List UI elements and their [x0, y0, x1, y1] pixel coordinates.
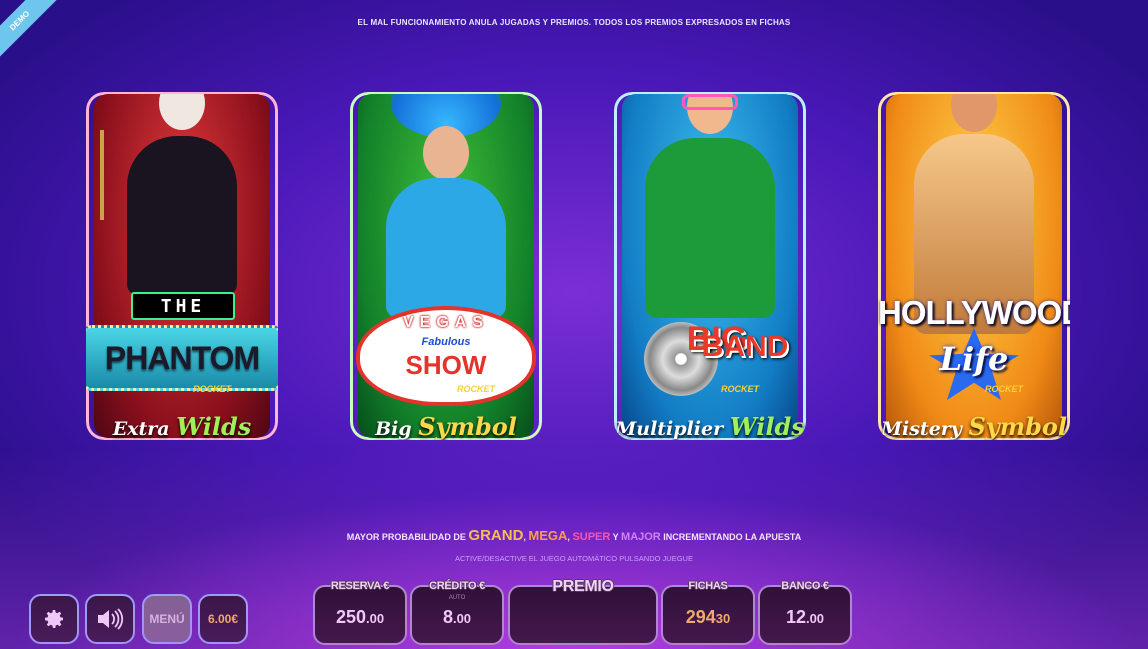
disclaimer-text: EL MAL FUNCIONAMIENTO ANULA JUGADAS Y PR… [357, 18, 791, 27]
feature-prefix: Multiplier [615, 418, 730, 440]
character-body [127, 136, 237, 296]
feature-label: Multiplier Wilds [614, 412, 806, 440]
feature-prefix: Extra [112, 418, 177, 440]
marquee-sign: THE [131, 292, 235, 320]
promo-prefix: MAYOR PROBABILIDAD DE [346, 532, 469, 542]
premio-panel: PREMIO [508, 578, 658, 645]
reserva-title: RESERVA € [330, 580, 390, 592]
character-body [386, 178, 506, 318]
credito-panel: CRÉDITO € AUTO 8.00 [410, 580, 504, 645]
feature-highlight: Symbol [968, 412, 1068, 440]
logo-main: PHANTOM [104, 340, 260, 376]
game-card-phantom[interactable]: THE PHANTOM ROCKET Extra Wilds [86, 92, 278, 440]
character-body [645, 138, 775, 318]
value-dec: .00 [365, 611, 385, 626]
brand-logo: ROCKET [985, 384, 1023, 394]
credito-title: CRÉDITO € [429, 580, 485, 592]
banco-panel: BANCO € 12.00 [758, 580, 852, 645]
credito-sub: AUTO [448, 595, 466, 601]
feature-label: Mistery Symbol [878, 412, 1070, 440]
promo-suffix: INCREMENTANDO LA APUESTA [660, 532, 802, 542]
feature-label: Extra Wilds [86, 412, 278, 440]
logo-top: THE [160, 296, 206, 317]
feature-label: Big Symbol [350, 412, 542, 440]
value-int: 8 [442, 607, 453, 627]
brand-logo: ROCKET [721, 384, 759, 394]
fichas-title: FICHAS [688, 580, 728, 592]
jackpot-major: MAJOR [621, 531, 661, 543]
game-lobby: DEMO EL MAL FUNCIONAMIENTO ANULA JUGADAS… [0, 0, 1148, 649]
logo-main: BAND [701, 330, 789, 363]
value-int: 294 [685, 607, 716, 627]
banco-title: BANCO € [781, 580, 829, 592]
feature-prefix: Big [375, 418, 419, 440]
promo-sep: Y [610, 532, 622, 542]
game-card-bigband[interactable]: BIG BAND ROCKET Multiplier Wilds [614, 92, 806, 440]
jackpot-grand: GRAND [468, 527, 524, 544]
game-card-vegas[interactable]: VEGAS Fabulous SHOW ROCKET Big Symbol [350, 92, 542, 440]
banco-value: 12.00 [760, 607, 850, 628]
character-head [423, 126, 469, 180]
value-int: 250 [335, 607, 366, 627]
autoplay-hint: ACTIVE/DESACTIVE EL JUEGO AUTOMÁTICO PUL… [455, 554, 693, 563]
gear-icon [45, 610, 64, 628]
fichas-value: 29430 [663, 607, 753, 628]
game-card-hollywood[interactable]: HOLLYWOOD Life ROCKET Mistery Symbol [878, 92, 1070, 440]
premio-title: PREMIO [552, 578, 614, 595]
logo-top: HOLLYWOOD [878, 294, 1070, 331]
settings-button[interactable] [29, 594, 79, 644]
brand-logo: ROCKET [457, 384, 495, 394]
logo-plate: PHANTOM [86, 325, 278, 391]
logo-mid: Fabulous [421, 336, 471, 348]
logo-top: VEGAS [402, 314, 489, 331]
feature-highlight: Wilds [729, 412, 805, 440]
jackpot-promo: MAYOR PROBABILIDAD DE GRAND, MEGA, SUPER… [0, 527, 1148, 544]
candelabra-icon [100, 130, 104, 220]
brand-logo: ROCKET [193, 384, 231, 394]
reserva-panel: RESERVA € 250.00 [313, 580, 407, 645]
character-head [951, 94, 997, 132]
feature-prefix: Mistery [880, 418, 969, 440]
jackpot-super: SUPER [572, 531, 611, 543]
jackpot-mega: MEGA [528, 528, 568, 543]
feature-highlight: Symbol [418, 412, 517, 440]
speaker-icon [98, 608, 124, 630]
value-dec: .00 [452, 611, 472, 626]
bet-button[interactable]: 6.00€ [198, 594, 248, 644]
logo-main: SHOW [405, 350, 487, 380]
value-int: 12 [785, 607, 806, 627]
demo-badge: DEMO [0, 0, 64, 65]
value-dec: 30 [715, 611, 731, 626]
logo-main: Life [939, 340, 1009, 378]
reserva-value: 250.00 [315, 607, 405, 628]
credito-value: 8.00 [412, 607, 502, 628]
sunglasses-icon [682, 94, 738, 110]
character-head [159, 94, 205, 130]
fichas-panel: FICHAS 29430 [661, 580, 755, 645]
value-dec: .00 [805, 611, 825, 626]
sound-button[interactable] [85, 594, 135, 644]
feature-highlight: Wilds [176, 412, 252, 440]
menu-button[interactable]: MENÚ [142, 594, 192, 644]
